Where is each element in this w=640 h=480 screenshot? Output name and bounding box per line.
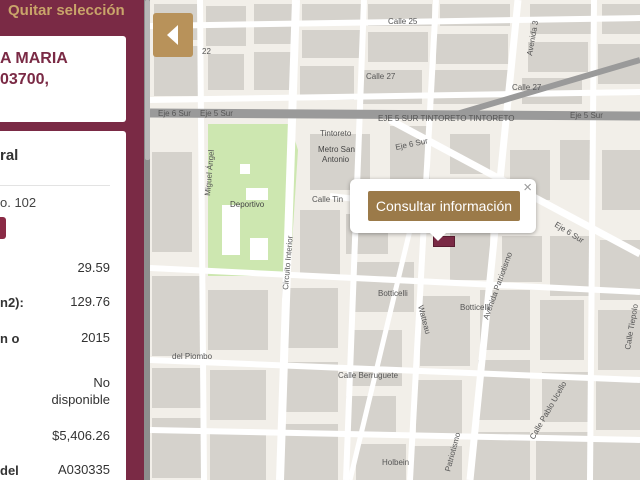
- row-label: n o: [0, 331, 20, 346]
- close-icon[interactable]: ×: [523, 180, 532, 196]
- tag-button[interactable]: [0, 217, 6, 239]
- section-divider: [0, 185, 110, 186]
- side-panel: Quitar selección A MARIA 03700, ral o. 1…: [0, 0, 144, 480]
- label-calle27: Calle 27: [366, 72, 396, 81]
- row-value: No: [93, 375, 110, 390]
- label-eje5sur-right: Eje 5 Sur: [570, 111, 603, 120]
- label-metro-san-antonio-2: Antonio: [322, 155, 350, 164]
- chevron-left-icon: [167, 25, 178, 45]
- label-eje6sur-left: Eje 6 Sur: [158, 109, 191, 118]
- row-value: disponible: [51, 392, 110, 407]
- map-popup: Consultar información ×: [350, 179, 536, 241]
- label-calle27-east: Calle 27: [512, 83, 542, 92]
- label-deportivo: Deportivo: [230, 200, 265, 209]
- label-metro-san-antonio-1: Metro San: [318, 145, 355, 154]
- row-value: 2015: [81, 330, 110, 345]
- label-botticelli-1: Botticelli: [378, 289, 408, 298]
- label-holbein: Holbein: [382, 458, 409, 467]
- map-canvas: Eje 6 Sur Eje 5 Sur EJE 5 SUR TINTORETO …: [150, 0, 640, 480]
- clear-selection-link[interactable]: Quitar selección: [8, 2, 125, 19]
- label-del-piombo: del Piombo: [172, 352, 213, 361]
- row-value: 129.76: [70, 294, 110, 309]
- label-calle25: Calle 25: [388, 17, 418, 26]
- address-card: A MARIA 03700,: [0, 36, 126, 122]
- address-line-2: 03700,: [0, 71, 49, 88]
- collapse-panel-button[interactable]: [153, 13, 193, 57]
- row-value: 29.59: [77, 260, 110, 275]
- section-title: ral: [0, 147, 19, 164]
- label-num22: 22: [202, 47, 211, 56]
- row-value: A030335: [57, 462, 110, 477]
- label-calle-tin: Calle Tin: [312, 195, 343, 204]
- label-tintoreto: Tintoreto: [320, 129, 352, 138]
- address-line-1: A MARIA: [0, 50, 68, 67]
- row-value: $5,406.26: [52, 428, 110, 443]
- row-label: n2):: [0, 295, 24, 310]
- property-info-card: ral o. 102 29.59 n2): 129.76 n o 2015 No…: [0, 131, 126, 480]
- number-label: o. 102: [0, 195, 37, 210]
- map-view[interactable]: Eje 6 Sur Eje 5 Sur EJE 5 SUR TINTORETO …: [150, 0, 640, 480]
- panel-header: Quitar selección: [0, 0, 144, 24]
- label-eje5sur: Eje 5 Sur: [200, 109, 233, 118]
- label-tintoreto-road: EJE 5 SUR TINTORETO TINTORETO: [378, 114, 514, 123]
- consult-info-button[interactable]: Consultar información: [368, 191, 520, 221]
- label-calle-berruguete: Calle Berruguete: [338, 371, 399, 380]
- row-label: del: [0, 463, 19, 478]
